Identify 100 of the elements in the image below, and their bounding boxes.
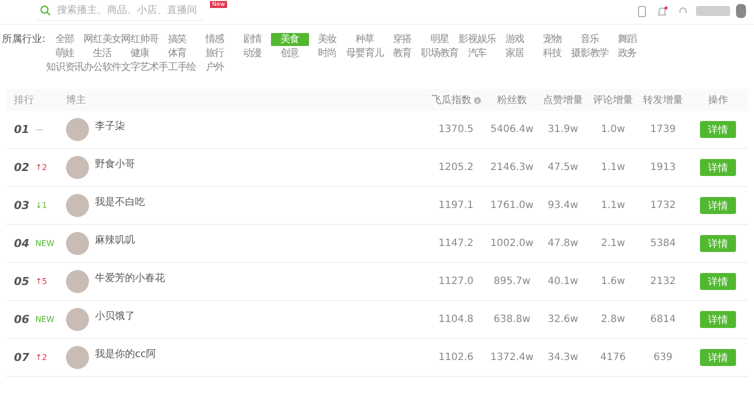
avatar-placeholder (66, 308, 89, 331)
rank-number: 03 (14, 199, 30, 212)
details-button[interactable]: 详情 (700, 121, 736, 138)
category-tag[interactable]: 音乐 (571, 33, 608, 46)
table-cell-text: 2.1w (600, 238, 626, 249)
details-button[interactable]: 详情 (700, 311, 736, 328)
bell-icon[interactable] (656, 6, 668, 16)
category-tag[interactable]: 明星 (421, 33, 458, 46)
table-cell-text: 31.9w (546, 124, 580, 135)
search-icon (40, 5, 51, 16)
category-tag[interactable]: 摄影教学 (571, 47, 608, 60)
category-tag[interactable]: 体育 (158, 47, 196, 60)
table-cell-text: 32.6w (546, 314, 580, 325)
table-cell-text: 93.4w (546, 200, 580, 211)
category-tag[interactable]: 宠物 (534, 33, 571, 46)
rank-number: 01 (14, 123, 30, 136)
table-cell-text: 6814 (649, 314, 677, 325)
column-header: 转发增量 (642, 94, 684, 107)
category-tag[interactable]: 影视娱乐 (458, 33, 496, 46)
category-tag[interactable]: 穿搭 (384, 33, 421, 46)
category-tag[interactable]: 生活 (84, 47, 121, 60)
table-cell-text: 47.5w (546, 162, 580, 173)
category-tag[interactable]: 全部 (46, 33, 84, 46)
category-tag[interactable]: 动漫 (234, 47, 271, 60)
category-tag[interactable]: 办公软件 (84, 61, 121, 74)
table-cell-text: 1.6w (600, 276, 626, 287)
column-header: 粉丝数 (496, 94, 528, 107)
category-tag[interactable]: 舞蹈 (608, 33, 646, 46)
avatar-placeholder (66, 118, 89, 141)
table-cell-text: 1002.0w (489, 238, 535, 249)
table-cell-text: 1913 (649, 162, 677, 173)
user-avatar[interactable] (736, 4, 746, 18)
info-icon[interactable] (474, 96, 480, 104)
category-tag[interactable]: 家居 (496, 47, 534, 60)
category-tag[interactable]: 网红美女 (84, 33, 121, 46)
rank-number: 05 (14, 275, 30, 288)
category-tag[interactable]: 剧情 (234, 33, 271, 46)
avatar-placeholder (66, 194, 89, 217)
table-cell-text: 1.1w (600, 162, 626, 173)
category-tag[interactable]: 情感 (196, 33, 234, 46)
category-tag[interactable]: 母婴育儿 (346, 47, 384, 60)
avatar-placeholder (66, 346, 89, 369)
table-cell-text: 5406.4w (489, 124, 535, 135)
category-tag[interactable]: 游戏 (496, 33, 534, 46)
column-header: 博主 (66, 94, 87, 107)
details-button[interactable]: 详情 (700, 235, 736, 252)
blogger-name[interactable]: 我是不白吃 (95, 195, 145, 209)
table-cell-text: 2132 (649, 276, 677, 287)
category-tag[interactable]: 美食 (271, 33, 308, 46)
rank-change: NEW (35, 239, 54, 248)
category-tag[interactable]: 萌娃 (46, 47, 84, 60)
category-tag[interactable]: 时尚 (308, 47, 346, 60)
category-tag[interactable]: 户外 (196, 61, 234, 74)
details-button[interactable]: 详情 (700, 159, 736, 176)
table-cell-text: 1370.5 (438, 124, 474, 135)
table-cell-text: 638.8w (492, 314, 532, 325)
phone-icon[interactable] (638, 6, 646, 16)
table-cell-text: 639 (652, 352, 674, 363)
category-tag[interactable]: 教育 (384, 47, 421, 60)
blogger-name[interactable]: 小贝饿了 (95, 309, 135, 323)
rank-change: ↑2 (35, 163, 48, 172)
industry-label: 所属行业: (2, 33, 46, 47)
category-tag[interactable]: 搞笑 (158, 33, 196, 46)
category-tag[interactable]: 文字艺术 (121, 61, 158, 74)
details-button[interactable]: 详情 (700, 273, 736, 290)
table-cell-text: 1104.8 (438, 314, 474, 325)
column-header: 操作 (707, 94, 729, 107)
details-button[interactable]: 详情 (700, 349, 736, 366)
category-tag[interactable]: 种草 (346, 33, 384, 46)
blogger-name[interactable]: 李子柒 (95, 119, 125, 133)
blogger-name[interactable]: 麻辣叽叽 (95, 233, 135, 247)
rank-number: 02 (14, 161, 30, 174)
table-cell-text: 1102.6 (438, 352, 474, 363)
details-button[interactable]: 详情 (700, 197, 736, 214)
table-cell-text: 5384 (649, 238, 677, 249)
category-tag[interactable]: 科技 (534, 47, 571, 60)
table-cell-text: 1372.4w (489, 352, 535, 363)
avatar-placeholder (66, 232, 89, 255)
category-tag[interactable]: 政务 (608, 47, 646, 60)
rank-number: 06 (14, 313, 30, 326)
table-cell-text: 2146.3w (489, 162, 535, 173)
category-tag[interactable]: 汽车 (458, 47, 496, 60)
category-tag[interactable]: 创意 (271, 47, 308, 60)
category-tag[interactable]: 旅行 (196, 47, 234, 60)
column-header: 飞瓜指数 (426, 93, 486, 107)
category-tag[interactable]: 手工手绘 (158, 61, 196, 74)
blogger-name[interactable]: 我是你的cc阿 (95, 347, 156, 361)
category-tag[interactable]: 知识资讯 (46, 61, 84, 74)
category-tag[interactable]: 职场教育 (421, 47, 458, 60)
table-cell-text: 34.3w (546, 352, 580, 363)
table-cell-text: 895.7w (492, 276, 532, 287)
blogger-name[interactable]: 野食小哥 (95, 157, 135, 171)
category-tag[interactable]: 美妆 (308, 33, 346, 46)
rank-number: 04 (14, 237, 30, 250)
table-cell-text: 1127.0 (438, 276, 474, 287)
table-cell-text: 4176 (599, 352, 627, 363)
blogger-name[interactable]: 牛爱芳的小春花 (95, 271, 165, 285)
category-tag[interactable]: 健康 (121, 47, 158, 60)
column-header: 评论增量 (592, 94, 634, 107)
category-tag[interactable]: 网红帅哥 (121, 33, 158, 46)
